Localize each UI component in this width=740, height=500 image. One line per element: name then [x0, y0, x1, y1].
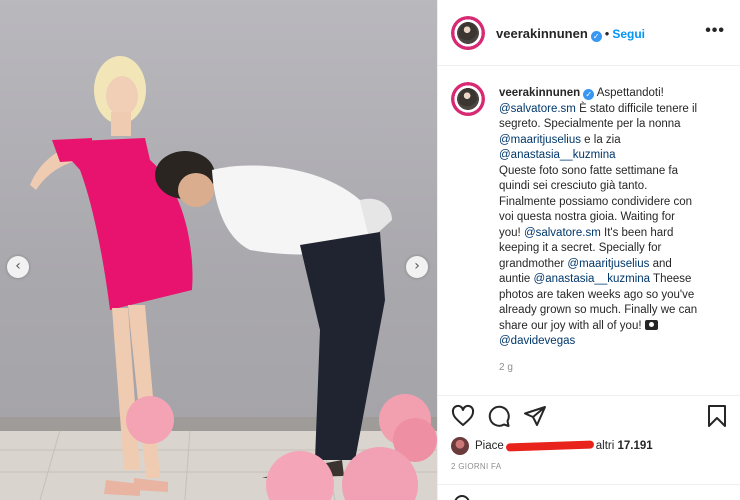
heart-icon[interactable] — [451, 404, 475, 428]
caption-segment: It's been hard — [600, 226, 674, 239]
caption-segment: share our joy with all of you! — [499, 319, 645, 332]
photo-illustration — [0, 56, 437, 500]
follow-button[interactable]: Segui — [612, 27, 645, 41]
verified-badge-icon: ✓ — [583, 89, 595, 100]
caption-segment: photos are taken weeks ago so you've — [499, 288, 695, 301]
header-user: veerakinnunen ✓ • Segui — [496, 25, 645, 43]
caption-segment: auntie — [499, 273, 534, 285]
caption-segment: Queste foto sono fatte settimane fa — [499, 164, 678, 177]
likes-summary[interactable]: Piace altri 17.191 — [451, 436, 653, 456]
caption-segment: È stato difficile tenere il — [575, 102, 698, 115]
chevron-right-icon: › — [414, 258, 420, 274]
verified-badge-icon: ✓ — [590, 31, 602, 42]
mention-link[interactable]: @maaritjuselius — [567, 258, 649, 270]
caption-segment: keeping it a secret. Specially for — [499, 242, 662, 254]
likes-prefix: Piace — [475, 440, 504, 452]
caption-segment: and — [649, 257, 672, 270]
caption-segment: Finalmente possiamo condividere con — [499, 195, 693, 208]
more-options-button[interactable]: ••• — [705, 22, 725, 40]
caption-segment: you! — [499, 226, 524, 239]
caption-segment: Theese — [650, 273, 692, 285]
caption-segment: Aspettandoti! — [596, 87, 664, 99]
next-photo-button[interactable]: › — [406, 256, 428, 278]
username-link[interactable]: veerakinnunen — [496, 26, 588, 41]
action-bar — [438, 396, 740, 436]
caption-segment: e la zia — [580, 133, 621, 146]
previous-photo-button[interactable]: ‹ — [7, 256, 29, 278]
caption-avatar[interactable] — [451, 82, 485, 116]
caption-segment: already grown so much. Finally we can — [499, 304, 698, 316]
separator: • — [604, 26, 610, 41]
mention-link[interactable]: @davidevegas — [499, 335, 575, 347]
avatar[interactable] — [451, 16, 485, 50]
mention-link[interactable]: @maaritjuselius — [499, 134, 581, 146]
chevron-left-icon: ‹ — [15, 258, 21, 274]
caption-segment: segreto. Specialmente per la nonna — [499, 118, 681, 130]
caption-segment: quindi sei cresciuto già tanto. — [499, 180, 648, 192]
mention-link[interactable]: @salvatore.sm — [499, 103, 576, 115]
post-side-panel: veerakinnunen ✓ • Segui ••• veerakinnunen ✓ … — [437, 0, 740, 500]
bookmark-icon[interactable] — [705, 404, 729, 428]
mention-link[interactable]: @anastasia__kuzmina — [499, 149, 616, 161]
comment-box[interactable] — [438, 484, 740, 500]
caption-area: veerakinnunen ✓ Aspettandoti! @salvatore.s… — [438, 66, 740, 396]
share-icon[interactable] — [523, 404, 547, 428]
redaction-mark — [505, 440, 594, 452]
liker-avatar — [451, 437, 469, 455]
caption-username-link[interactable]: veerakinnunen — [499, 87, 580, 99]
post-timestamp[interactable]: 2 GIORNI FA — [451, 462, 501, 471]
camera-icon — [644, 319, 658, 330]
post-header: veerakinnunen ✓ • Segui ••• — [438, 0, 740, 66]
post-age: 2 g — [499, 362, 513, 373]
likes-suffix: altri — [595, 440, 615, 452]
comment-icon[interactable] — [487, 404, 511, 428]
caption-segment: grandmother — [499, 257, 568, 270]
mention-link[interactable]: @salvatore.sm — [524, 227, 601, 239]
likes-count[interactable]: 17.191 — [618, 440, 653, 452]
caption-segment: voi questa nostra gioia. Waiting for — [499, 211, 675, 223]
caption-text: veerakinnunen ✓ Aspettandoti! @salvatore.s… — [499, 86, 731, 350]
mention-link[interactable]: @anastasia__kuzmina — [534, 273, 651, 285]
emoji-icon[interactable] — [454, 495, 470, 500]
post-photo[interactable]: ‹ › — [0, 0, 437, 500]
